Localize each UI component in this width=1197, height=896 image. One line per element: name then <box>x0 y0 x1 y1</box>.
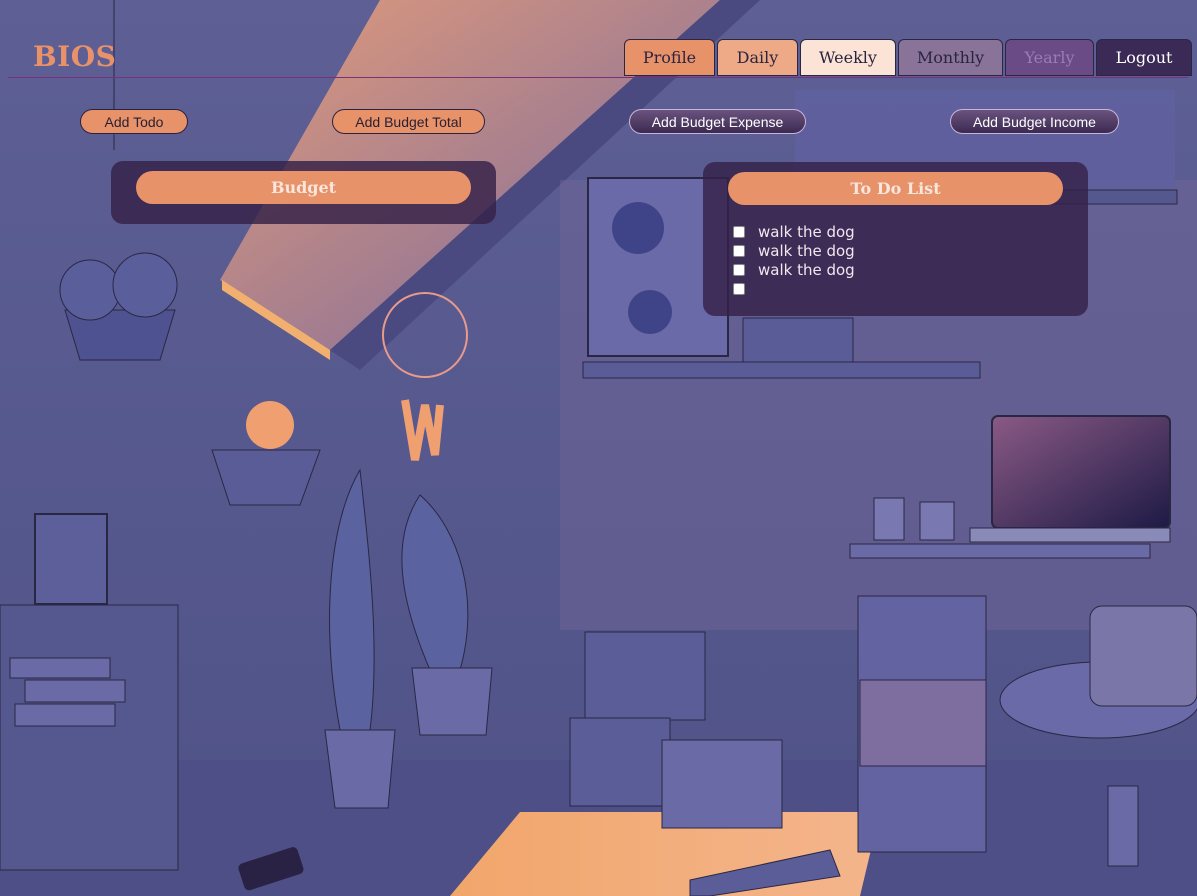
tab-daily[interactable]: Daily <box>717 39 798 76</box>
add-budget-income-button[interactable]: Add Budget Income <box>950 109 1119 134</box>
tab-profile[interactable]: Profile <box>624 39 715 76</box>
budget-title: Budget <box>136 171 471 204</box>
add-budget-total-button[interactable]: Add Budget Total <box>332 109 485 134</box>
main-nav: Profile Daily Weekly Monthly Yearly Logo… <box>624 39 1192 76</box>
tab-yearly[interactable]: Yearly <box>1005 39 1094 76</box>
todo-item: walk the dog <box>733 260 855 279</box>
todo-item-text: walk the dog <box>758 241 855 260</box>
add-budget-expense-button[interactable]: Add Budget Expense <box>629 109 806 134</box>
tab-weekly[interactable]: Weekly <box>800 39 896 76</box>
room-illustration-background <box>0 0 1197 896</box>
brand-logo[interactable]: BIOS <box>33 40 116 73</box>
todo-item: walk the dog <box>733 222 855 241</box>
todo-title: To Do List <box>728 172 1063 205</box>
todo-checkbox[interactable] <box>733 225 745 238</box>
todo-item-text: walk the dog <box>758 260 855 279</box>
todo-checkbox[interactable] <box>733 244 745 257</box>
todo-item: walk the dog <box>733 241 855 260</box>
logout-button[interactable]: Logout <box>1096 39 1192 76</box>
todo-checkbox[interactable] <box>733 263 745 276</box>
todo-list: walk the dog walk the dog walk the dog <box>733 222 855 298</box>
add-todo-button[interactable]: Add Todo <box>80 109 188 134</box>
tab-monthly[interactable]: Monthly <box>898 39 1003 76</box>
todo-item-text: walk the dog <box>758 222 855 241</box>
todo-item <box>733 279 855 298</box>
header-divider <box>8 77 1188 78</box>
todo-panel: To Do List walk the dog walk the dog wal… <box>703 162 1088 316</box>
budget-panel: Budget <box>111 161 496 224</box>
todo-checkbox[interactable] <box>733 282 745 295</box>
